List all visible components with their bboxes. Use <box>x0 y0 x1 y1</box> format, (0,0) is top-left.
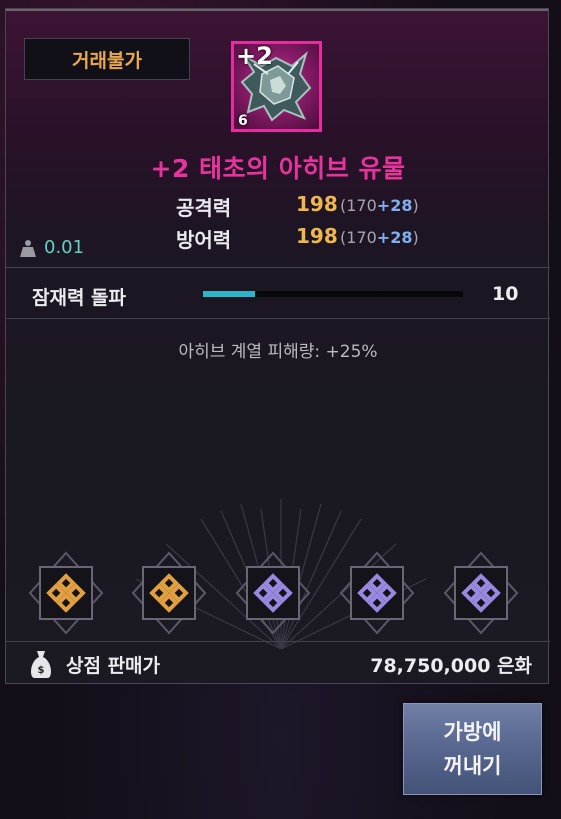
trade-restricted-badge: 거래불가 <box>24 38 190 80</box>
sale-price-label: 상점 판매가 <box>66 655 161 677</box>
stat-base: (170 <box>340 228 377 247</box>
effect-text: 아히브 계열 피해량: +25% <box>178 342 378 362</box>
item-upgrade-label: +2 <box>236 42 273 70</box>
tooltip-top-border <box>6 9 548 11</box>
purple-knot-icon <box>339 551 415 635</box>
weight-value: 0.01 <box>44 237 85 258</box>
potential-value: 10 <box>492 283 519 305</box>
stat-paren: ) <box>412 228 419 247</box>
gold-knot-icon <box>131 551 207 635</box>
slot-purple-3[interactable] <box>441 549 521 637</box>
stat-breakdown: (170+28) <box>340 228 419 247</box>
button-label-line2: 꺼내기 <box>443 754 502 778</box>
purple-knot-icon <box>235 551 311 635</box>
stat-label: 공격력 <box>176 196 232 220</box>
engraving-slots <box>6 549 550 649</box>
slot-gold-1[interactable] <box>26 549 106 637</box>
slot-gold-2[interactable] <box>129 549 209 637</box>
button-label-line1: 가방에 <box>443 720 502 744</box>
stat-paren: ) <box>412 196 419 215</box>
purple-knot-icon <box>443 551 519 635</box>
divider <box>6 318 550 319</box>
potential-progress-bar <box>203 291 463 297</box>
item-tooltip: 거래불가 +2 6 +2 태초의 아히브 유물 공격력 198 (170+28)… <box>5 8 550 685</box>
item-quantity: 6 <box>238 113 248 129</box>
money-bag-icon: $ <box>31 651 51 678</box>
stat-row-defense: 방어력 198 (170+28) <box>6 224 550 254</box>
slot-purple-2[interactable] <box>337 549 417 637</box>
take-out-to-bag-button[interactable]: 가방에 꺼내기 <box>403 703 542 795</box>
stat-bonus: +28 <box>376 196 413 215</box>
item-name: +2 태초의 아히브 유물 <box>150 154 406 183</box>
stat-row-attack: 공격력 198 (170+28) <box>6 192 550 222</box>
stat-label: 방어력 <box>176 228 232 252</box>
item-icon: +2 6 <box>231 41 322 132</box>
divider <box>6 641 550 642</box>
gold-knot-icon <box>28 551 104 635</box>
sale-price-row: $ 상점 판매가 78,750,000 은화 <box>6 647 550 685</box>
stat-value: 198 <box>296 224 338 248</box>
sale-price-value: 78,750,000 은화 <box>370 655 532 677</box>
item-weight: 0.01 <box>20 237 84 258</box>
stat-value: 198 <box>296 192 338 216</box>
stat-breakdown: (170+28) <box>340 196 419 215</box>
stat-base: (170 <box>340 196 377 215</box>
divider <box>6 267 550 268</box>
potential-label: 잠재력 돌파 <box>32 287 127 309</box>
slot-purple-1[interactable] <box>233 549 313 637</box>
weight-icon <box>20 239 36 257</box>
potential-progress-fill <box>203 291 255 297</box>
stat-bonus: +28 <box>376 228 413 247</box>
svg-text:$: $ <box>38 665 45 676</box>
